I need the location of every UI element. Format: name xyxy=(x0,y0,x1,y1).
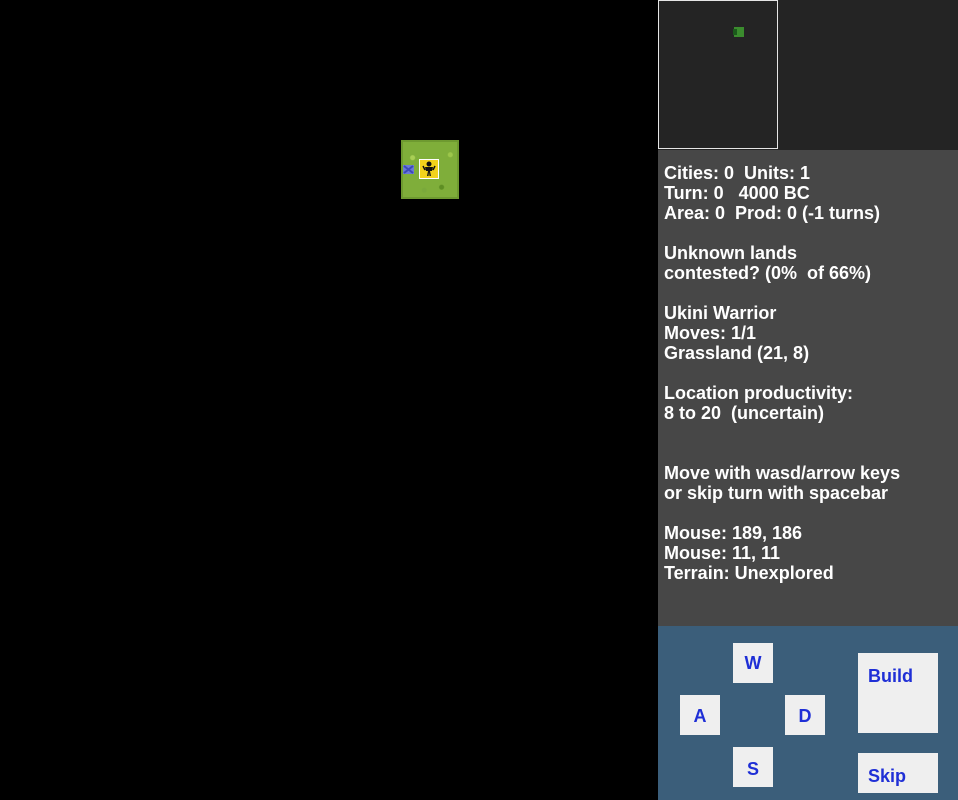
territory-status: contested? (0% of 66%) xyxy=(664,263,872,283)
sidebar: Cities: 0 Units: 1 Turn: 0 4000 BC Area:… xyxy=(658,0,958,800)
skip-button[interactable]: Skip xyxy=(858,753,938,793)
unit-name: Ukini Warrior xyxy=(664,303,777,323)
territory-title: Unknown lands xyxy=(664,243,798,263)
move-left-button[interactable]: A xyxy=(680,695,720,735)
move-right-button[interactable]: D xyxy=(785,695,825,735)
flag-icon xyxy=(402,163,416,177)
unit-moves: Moves: 1/1 xyxy=(664,323,757,343)
help-text-line-1: Move with wasd/arrow keys xyxy=(664,463,901,483)
terrain-hover-text: Terrain: Unexplored xyxy=(664,563,834,583)
build-button[interactable]: Build xyxy=(858,653,938,733)
minimap-area xyxy=(658,0,958,150)
productivity-label: Location productivity: xyxy=(664,383,853,403)
mouse-tile-text: Mouse: 11, 11 xyxy=(664,543,781,563)
unit-location: Grassland (21, 8) xyxy=(664,343,810,363)
productivity-value: 8 to 20 (uncertain) xyxy=(664,403,825,423)
move-up-button[interactable]: W xyxy=(733,643,773,683)
info-panel: Cities: 0 Units: 1 Turn: 0 4000 BC Area:… xyxy=(658,150,958,626)
mouse-pixel-text: Mouse: 189, 186 xyxy=(664,523,803,543)
minimap-unit-marker xyxy=(733,29,737,35)
minimap[interactable] xyxy=(658,0,778,149)
help-text-line-2: or skip turn with spacebar xyxy=(664,483,889,503)
area-prod-text: Area: 0 Prod: 0 (-1 turns) xyxy=(664,203,881,223)
control-pad: W A D S Build Skip xyxy=(658,626,958,800)
turn-year-text: Turn: 0 4000 BC xyxy=(664,183,810,203)
warrior-unit[interactable] xyxy=(419,159,439,179)
cities-units-text: Cities: 0 Units: 1 xyxy=(664,163,811,183)
game-map[interactable] xyxy=(0,0,658,800)
warrior-icon xyxy=(422,161,436,176)
move-down-button[interactable]: S xyxy=(733,747,773,787)
